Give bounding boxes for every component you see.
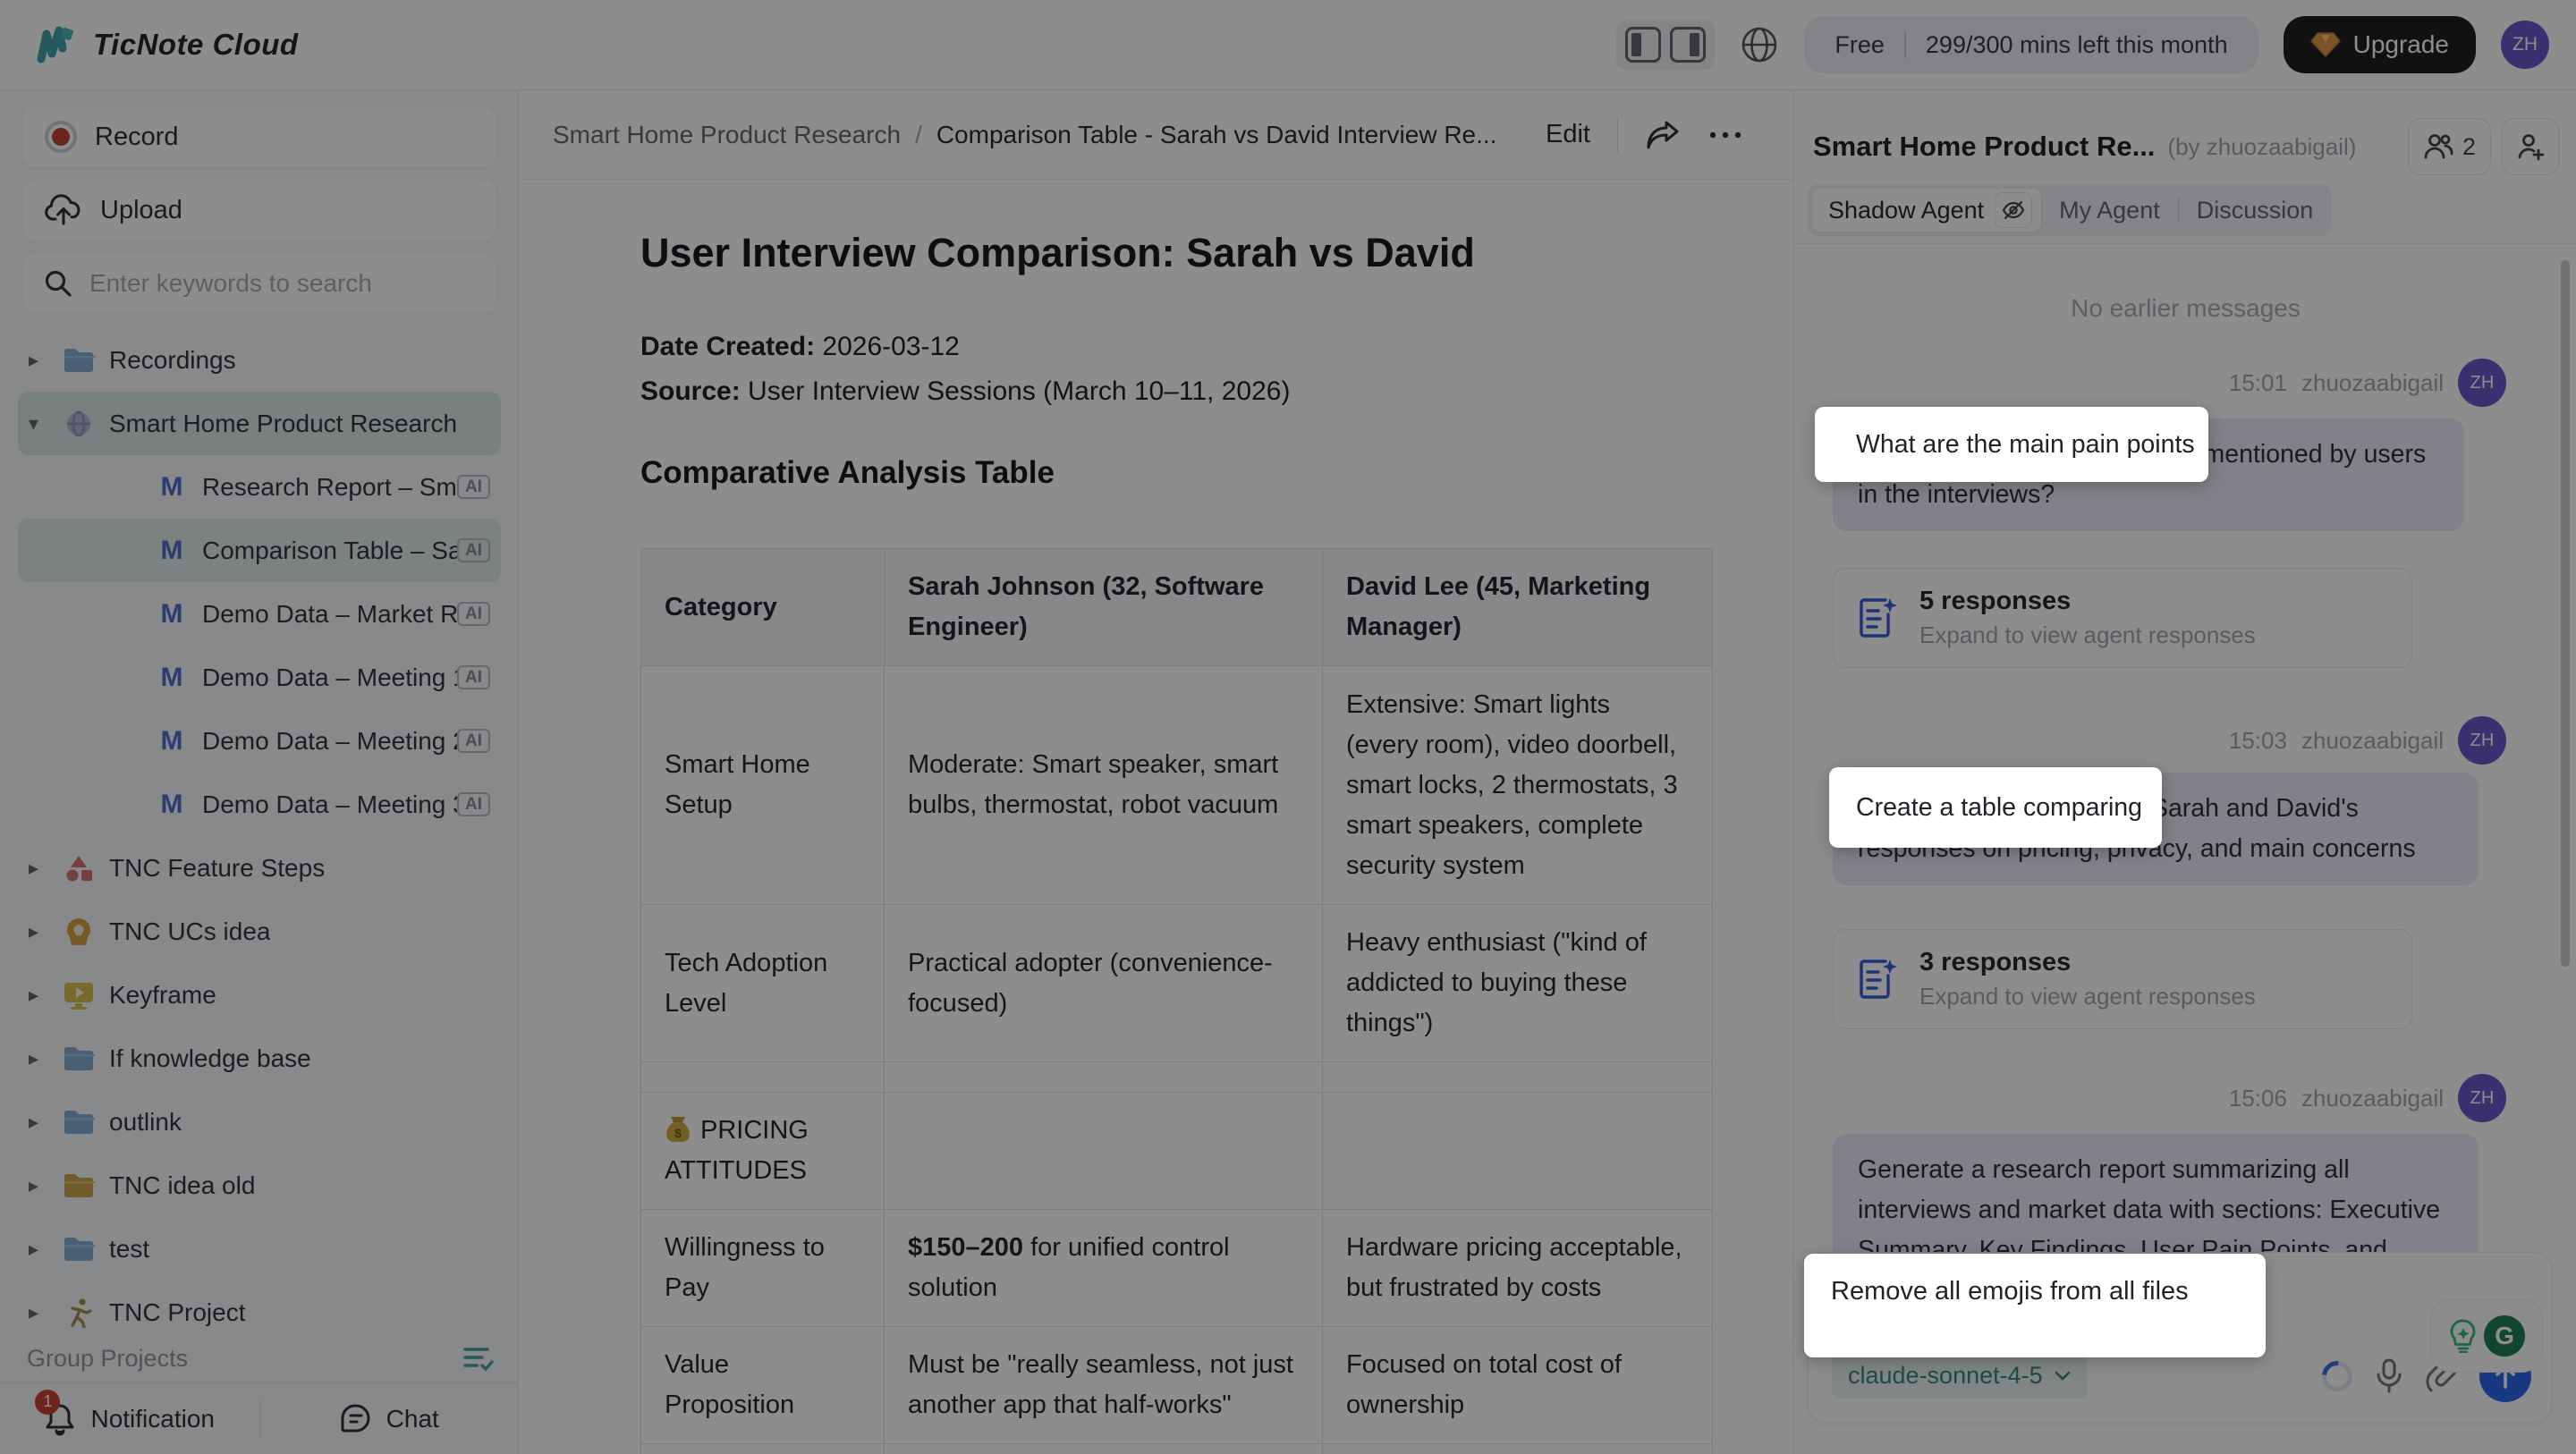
highlight-snippet-2: Create a table comparing xyxy=(1829,767,2162,848)
highlight-snippet-1: What are the main pain points xyxy=(1815,407,2208,482)
dim-overlay xyxy=(0,0,2576,1454)
highlighted-input-text[interactable]: Remove all emojis from all files xyxy=(1804,1254,2266,1357)
